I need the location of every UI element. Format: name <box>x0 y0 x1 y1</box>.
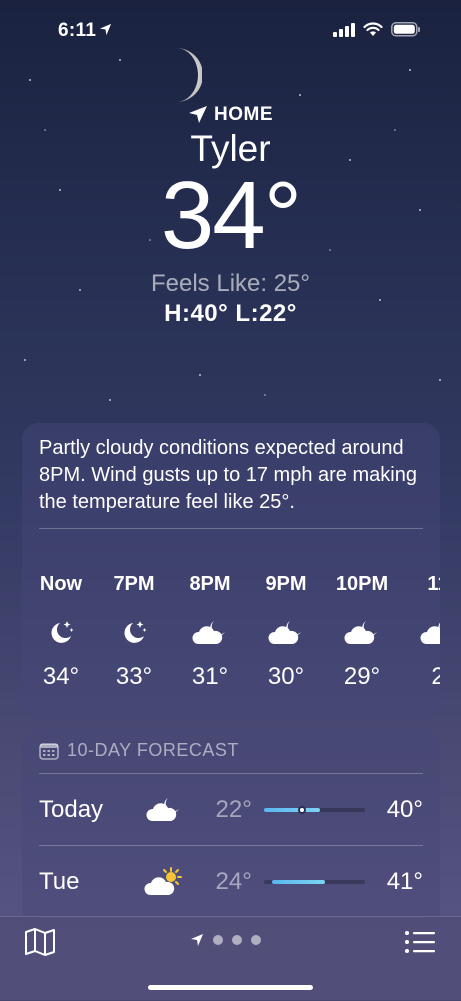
page-indicator[interactable] <box>190 933 261 947</box>
hour-temp: 30° <box>267 663 305 690</box>
day-row[interactable]: Today 22° 40° <box>39 774 423 846</box>
hour-label: 8PM <box>189 573 231 595</box>
day-name: Today <box>39 795 104 823</box>
day-low: 24° <box>215 867 252 895</box>
hour-label: Now <box>39 573 83 595</box>
feels-like: Feels Like: 25° <box>150 270 310 297</box>
hour-column: 10PM 29° <box>324 573 400 691</box>
cloud-moon-icon <box>135 795 193 825</box>
page-dot[interactable] <box>251 935 261 945</box>
wifi-icon <box>363 22 383 36</box>
list-icon[interactable] <box>404 929 436 955</box>
hour-label: 7PM <box>113 573 155 595</box>
cloud-moon-icon <box>248 603 324 663</box>
hour-label: 11 <box>427 573 440 595</box>
page-dot[interactable] <box>213 935 223 945</box>
moon-stars-icon <box>96 603 172 663</box>
page-dot[interactable] <box>232 935 242 945</box>
home-indicator[interactable] <box>148 985 313 990</box>
temperature-range-fill <box>271 879 325 884</box>
cellular-signal-icon <box>333 22 355 37</box>
hour-column: 8PM 31° <box>172 573 248 691</box>
hour-temp: 2 <box>431 663 440 690</box>
bottom-toolbar <box>0 916 461 1001</box>
hour-label: 9PM <box>265 573 307 595</box>
location-arrow-icon <box>189 106 207 123</box>
ten-day-forecast-card[interactable]: 10-DAY FORECAST Today 22° 40° Tue 24° 41° <box>22 730 440 930</box>
hour-temp: 31° <box>191 663 229 690</box>
location-label: HOME <box>214 104 273 125</box>
calendar-icon <box>39 742 59 760</box>
hour-column: 7PM 33° <box>96 573 172 691</box>
day-high: 40° <box>386 795 423 823</box>
cloud-moon-icon <box>172 603 248 663</box>
hourly-list[interactable]: Now 34° 7PM 33° 8PM 31° 9PM 30° 10PM 29° 11 2 <box>22 573 440 691</box>
cloud-sun-icon <box>135 866 193 898</box>
cloud-moon-icon <box>400 603 440 663</box>
hourly-forecast-card[interactable]: Partly cloudy conditions expected around… <box>22 423 440 718</box>
hour-temp: 33° <box>115 663 153 690</box>
hour-column: 9PM 30° <box>248 573 324 691</box>
moon-stars-icon <box>26 603 96 663</box>
system-icons <box>333 22 421 37</box>
moon-image <box>176 48 202 102</box>
high-low: H:40° L:22° <box>164 300 297 327</box>
temperature-range-bar <box>263 879 366 884</box>
temperature-range-bar <box>263 805 366 814</box>
battery-icon <box>391 22 420 37</box>
conditions-summary: Partly cloudy conditions expected around… <box>39 435 423 529</box>
day-high: 41° <box>386 867 423 895</box>
status-bar: 6:11 <box>0 0 461 60</box>
current-temp-dot <box>298 805 307 814</box>
hour-temp: 34° <box>42 663 80 690</box>
hour-temp: 29° <box>343 663 381 690</box>
day-name: Tue <box>39 867 80 895</box>
ten-day-title: 10-DAY FORECAST <box>67 740 239 760</box>
current-temperature: 34° <box>160 162 302 269</box>
location-arrow-icon <box>191 934 203 946</box>
hour-column: 11 2 <box>400 573 440 691</box>
cloud-moon-icon <box>324 603 400 663</box>
temperature-range-fill <box>263 807 320 812</box>
hour-column: Now 34° <box>22 573 96 691</box>
day-low: 22° <box>215 795 252 823</box>
day-row[interactable]: Tue 24° 41° <box>39 846 423 918</box>
hour-label: 10PM <box>335 573 389 595</box>
current-conditions: HOME Tyler 34° Feels Like: 25° H:40° L:2… <box>0 104 461 328</box>
status-time: 6:11 <box>58 20 97 41</box>
map-icon[interactable] <box>24 927 56 957</box>
location-arrow-icon <box>99 23 112 36</box>
